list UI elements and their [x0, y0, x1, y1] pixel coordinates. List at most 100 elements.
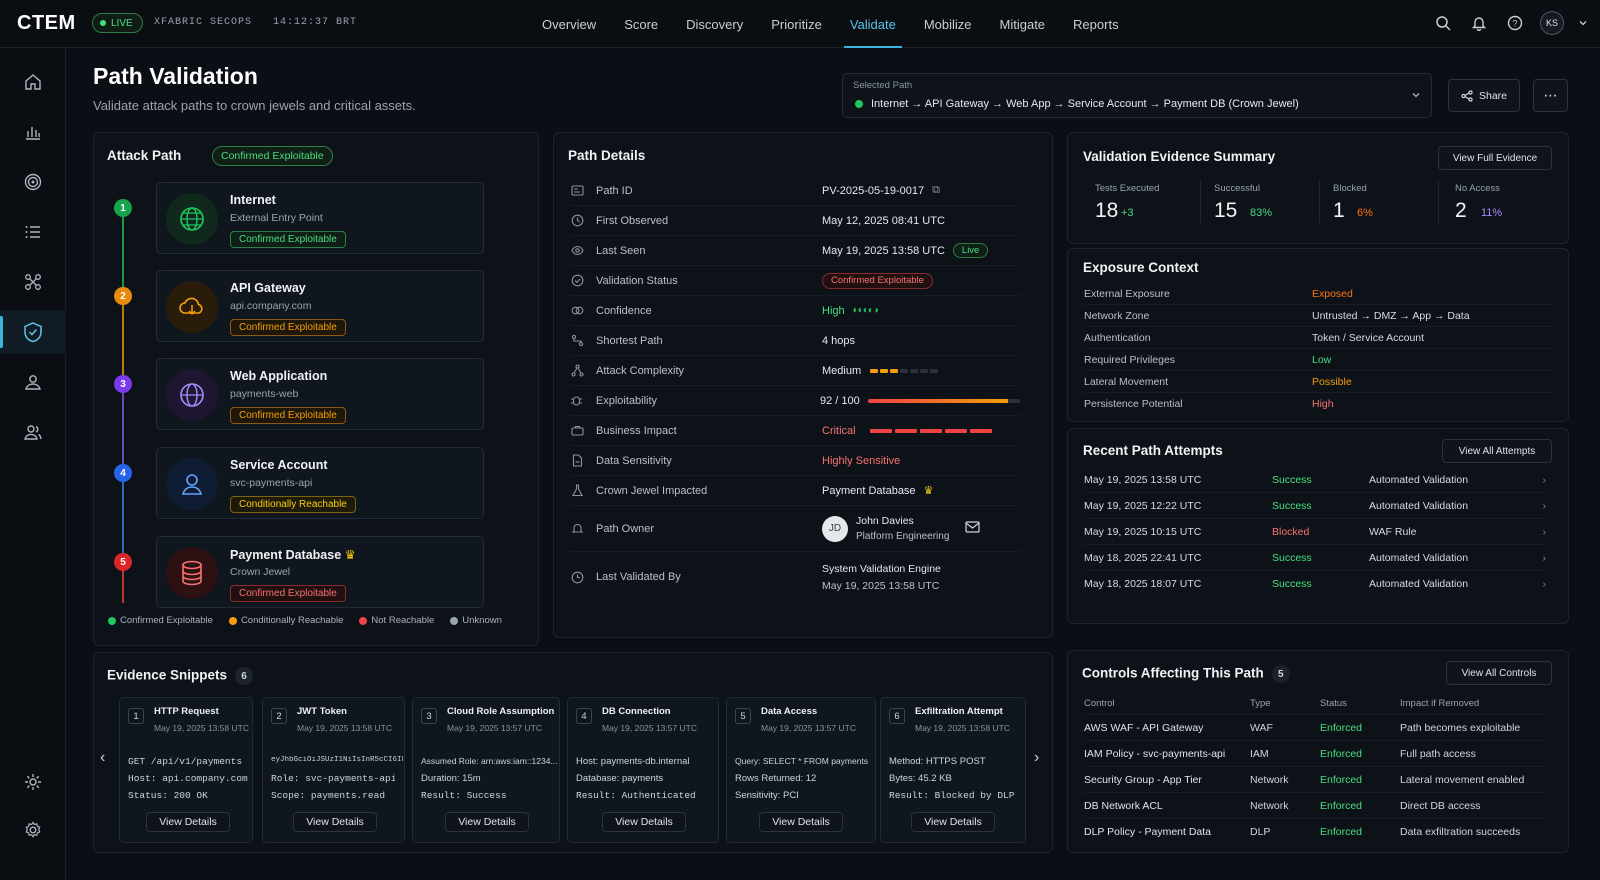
step-number: 4: [114, 464, 132, 482]
control-name: DB Network ACL: [1084, 799, 1163, 812]
hop-card-internet[interactable]: Internet External Entry Point Confirmed …: [156, 182, 484, 254]
analytics-icon[interactable]: [0, 110, 66, 154]
detail-value: Critical: [822, 425, 994, 437]
view-details-button[interactable]: View Details: [911, 812, 995, 832]
user-avatar[interactable]: KS: [1540, 11, 1564, 35]
exposure-row: External Exposure Exposed: [1084, 283, 1554, 305]
sidebar: [0, 48, 66, 880]
selected-path-dropdown[interactable]: Selected Path Internet → API Gateway → W…: [842, 73, 1432, 118]
chevron-left-icon[interactable]: ‹: [100, 749, 105, 767]
legend-item: Unknown: [450, 615, 502, 626]
more-options-button[interactable]: ⋯: [1533, 79, 1568, 112]
hop-card-api-gateway[interactable]: API Gateway api.company.com Confirmed Ex…: [156, 270, 484, 342]
share-button[interactable]: Share: [1448, 79, 1520, 112]
target-icon[interactable]: [0, 160, 66, 204]
control-type: DLP: [1250, 826, 1271, 838]
view-all-attempts-button[interactable]: View All Attempts: [1442, 439, 1552, 463]
stat-value: 18: [1095, 199, 1119, 222]
snippet-card-http-request[interactable]: 1 HTTP Request May 19, 2025 13:58 UTC GET …: [119, 697, 253, 843]
shield-check-icon[interactable]: [0, 310, 66, 354]
snippet-number: 1: [128, 708, 144, 724]
detail-row-attack-complexity: Attack Complexity Medium: [570, 356, 1020, 386]
hop-card-payment-database[interactable]: Payment Database ♛ Crown Jewel Confirmed…: [156, 536, 484, 608]
snippet-line: Result: Success: [421, 790, 507, 801]
control-row[interactable]: IAM Policy - svc-payments-api IAM Enforced…: [1084, 741, 1546, 767]
view-all-controls-button[interactable]: View All Controls: [1446, 661, 1552, 685]
brain-icon: [570, 304, 584, 318]
copy-icon[interactable]: ⧉: [932, 184, 940, 197]
app-logo[interactable]: CTEM: [17, 12, 76, 35]
hop-card-web-application[interactable]: Web Application payments-web Confirmed E…: [156, 358, 484, 430]
graph-nodes-icon[interactable]: [0, 260, 66, 304]
team-icon[interactable]: [0, 410, 66, 454]
chevron-right-icon[interactable]: ›: [1034, 749, 1039, 767]
hop-card-service-account[interactable]: Service Account svc-payments-api Conditi…: [156, 447, 484, 519]
exploitability-bar: [868, 398, 1020, 403]
status-dot-icon: [855, 100, 863, 108]
confidence-value: High: [822, 304, 845, 317]
confidence-meter-icon: ◐◐◐◐◑: [852, 305, 879, 316]
attempt-row[interactable]: May 18, 2025 22:41 UTC Success Automated V…: [1084, 545, 1546, 571]
view-details-button[interactable]: View Details: [146, 812, 230, 832]
attempt-row[interactable]: May 19, 2025 13:58 UTC Success Automated V…: [1084, 467, 1546, 493]
view-details-button[interactable]: View Details: [293, 812, 377, 832]
exposure-row: Authentication Token / Service Account: [1084, 327, 1554, 349]
nav-mobilize[interactable]: Mobilize: [910, 0, 986, 48]
view-details-button[interactable]: View Details: [445, 812, 529, 832]
exposure-key: Authentication: [1084, 331, 1151, 344]
stat-label: Successful: [1214, 183, 1260, 194]
settings-gear-icon[interactable]: [0, 808, 66, 852]
snippet-card-db-connection[interactable]: 4 DB Connection May 19, 2025 13:57 UTC Hos…: [567, 697, 719, 843]
exploitability-bar-fill: [868, 398, 1008, 403]
nav-mitigate[interactable]: Mitigate: [986, 0, 1060, 48]
control-status: Enforced: [1320, 747, 1363, 760]
home-icon[interactable]: [0, 60, 66, 104]
snippet-line: Host: api.company.com: [128, 773, 248, 784]
bell-icon[interactable]: [1468, 12, 1490, 34]
share-label: Share: [1478, 89, 1508, 102]
snippet-line: Host: payments-db.internal: [576, 756, 690, 767]
attempt-date: May 19, 2025 10:15 UTC: [1084, 525, 1202, 538]
search-icon[interactable]: [1432, 12, 1454, 34]
snippet-card-exfiltration[interactable]: 6 Exfiltration Attempt May 19, 2025 13:58 …: [880, 697, 1026, 843]
view-details-button[interactable]: View Details: [602, 812, 686, 832]
legend-label: Confirmed Exploitable: [120, 615, 213, 626]
snippet-line: Query: SELECT * FROM payments: [735, 756, 869, 766]
snippet-card-jwt-token[interactable]: 2 JWT Token May 19, 2025 13:58 UTC eyJhbGc…: [262, 697, 405, 843]
nav-reports[interactable]: Reports: [1059, 0, 1133, 48]
control-impact: Lateral movement enabled: [1400, 773, 1525, 786]
help-icon[interactable]: ?: [1504, 12, 1526, 34]
nav-discovery[interactable]: Discovery: [672, 0, 757, 48]
control-row[interactable]: DLP Policy - Payment Data DLP Enforced Data…: [1084, 819, 1546, 845]
hop-sub: payments-web: [230, 388, 299, 400]
mail-icon[interactable]: [965, 521, 980, 536]
detail-key: Last Validated By: [596, 571, 681, 583]
detail-row-confidence: Confidence High ◐◐◐◐◑: [570, 296, 1020, 326]
detail-key: Path ID: [596, 184, 633, 197]
attempt-row[interactable]: May 19, 2025 12:22 UTC Success Automated V…: [1084, 493, 1546, 519]
control-status: Enforced: [1320, 826, 1363, 838]
hop-sub: External Entry Point: [230, 212, 323, 224]
attempt-row[interactable]: May 18, 2025 18:07 UTC Success Automated V…: [1084, 571, 1546, 597]
user-shield-icon[interactable]: [0, 360, 66, 404]
attempt-status: Success: [1272, 499, 1312, 512]
nav-score[interactable]: Score: [610, 0, 672, 48]
nav-overview[interactable]: Overview: [528, 0, 610, 48]
chevron-down-icon[interactable]: [1578, 12, 1588, 34]
impact-value: Critical: [822, 424, 856, 437]
control-row[interactable]: Security Group - App Tier Network Enforced…: [1084, 767, 1546, 793]
control-row[interactable]: AWS WAF - API Gateway WAF Enforced Path bec…: [1084, 715, 1546, 741]
controls-title: Controls Affecting This Path: [1082, 665, 1264, 681]
control-row[interactable]: DB Network ACL Network Enforced Direct DB a…: [1084, 793, 1546, 819]
integrations-icon[interactable]: [0, 760, 66, 804]
attempt-row[interactable]: May 19, 2025 10:15 UTC Blocked WAF Rule ›: [1084, 519, 1546, 545]
detail-value: 4 hops: [822, 334, 856, 347]
nav-prioritize[interactable]: Prioritize: [757, 0, 836, 48]
view-full-evidence-button[interactable]: View Full Evidence: [1438, 146, 1552, 170]
nav-validate[interactable]: Validate: [836, 0, 910, 48]
snippet-card-data-access[interactable]: 5 Data Access May 19, 2025 13:57 UTC Query…: [726, 697, 876, 843]
exposure-row: Lateral Movement Possible: [1084, 371, 1554, 393]
list-icon[interactable]: [0, 210, 66, 254]
view-details-button[interactable]: View Details: [759, 812, 843, 832]
snippet-card-cloud-role[interactable]: 3 Cloud Role Assumption May 19, 2025 13:57…: [412, 697, 560, 843]
